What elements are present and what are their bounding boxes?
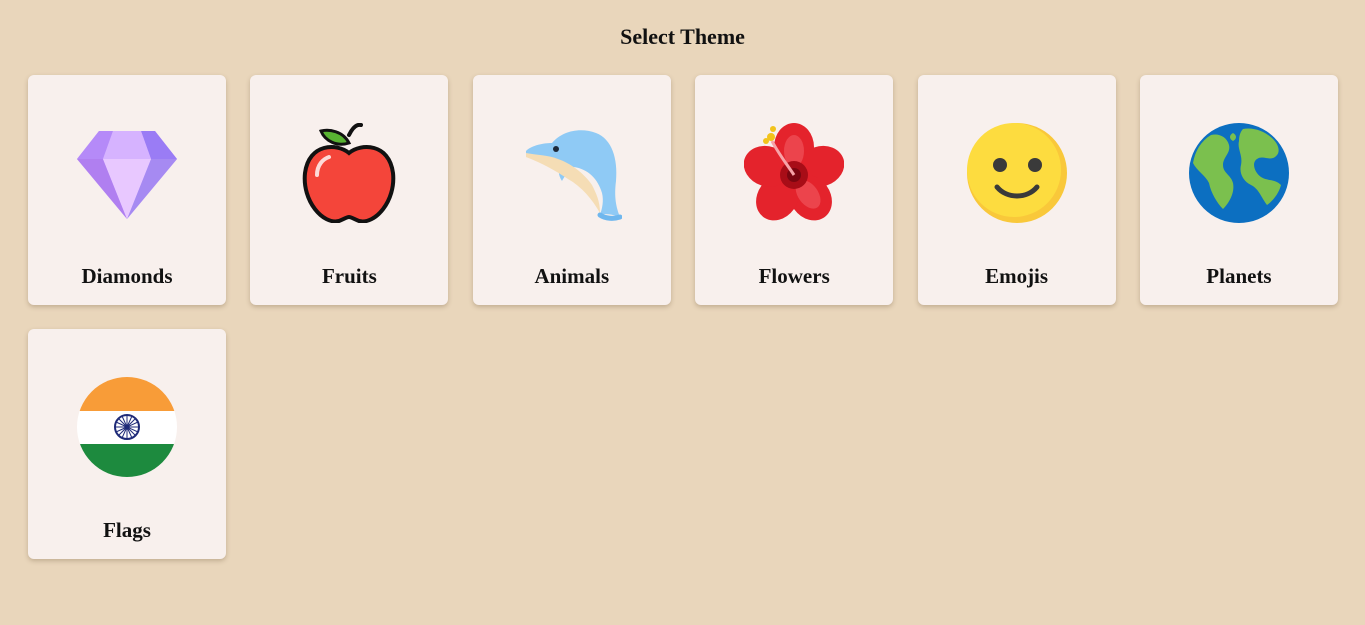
page-title: Select Theme — [620, 24, 745, 49]
theme-label: Emojis — [985, 264, 1049, 288]
theme-grid: Diamonds Fruits Animals Flowers Emojis P… — [28, 75, 1338, 559]
theme-label: Diamonds — [81, 264, 173, 288]
theme-card-emojis[interactable]: Emojis — [917, 75, 1116, 305]
theme-label: Flags — [103, 518, 151, 542]
globe-icon — [1188, 123, 1289, 223]
dolphin-icon — [522, 123, 622, 223]
india-flag-icon — [77, 377, 177, 477]
diamond-icon — [77, 123, 177, 223]
smiley-icon — [966, 123, 1067, 223]
theme-card-flags[interactable]: Flags — [28, 329, 226, 559]
theme-card-flowers[interactable]: Flowers — [695, 75, 894, 305]
theme-label: Planets — [1206, 264, 1272, 288]
theme-label: Animals — [534, 264, 610, 288]
theme-card-fruits[interactable]: Fruits — [250, 75, 449, 305]
theme-card-animals[interactable]: Animals — [472, 75, 671, 305]
theme-card-planets[interactable]: Planets — [1139, 75, 1338, 305]
theme-card-diamonds[interactable]: Diamonds — [28, 75, 226, 305]
hibiscus-icon — [744, 123, 845, 223]
theme-label: Fruits — [321, 264, 377, 288]
apple-icon — [299, 123, 399, 223]
theme-label: Flowers — [758, 264, 830, 288]
